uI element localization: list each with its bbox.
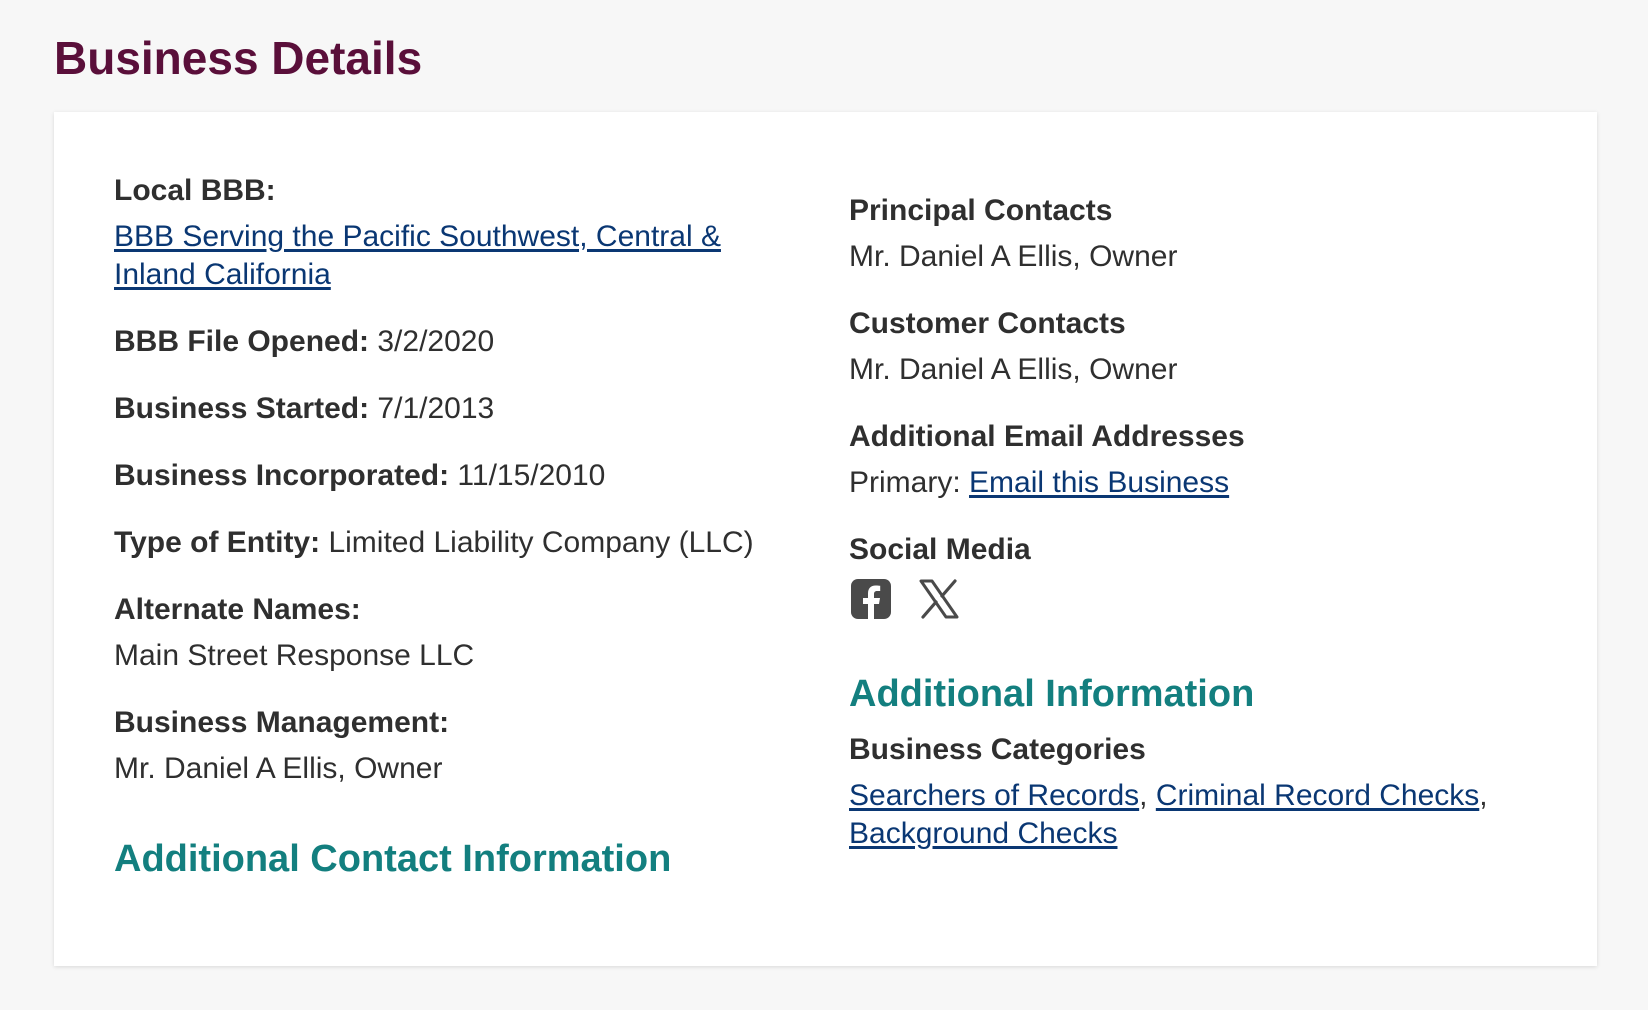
alternate-names-value: Main Street Response LLC [114,639,475,672]
additional-email-field: Additional Email Addresses Primary: Emai… [849,418,1549,502]
local-bbb-link-line2: Inland California [114,258,331,291]
additional-email-label: Additional Email Addresses [849,420,1245,453]
customer-contacts-value: Mr. Daniel A Ellis, Owner [849,353,1178,386]
category-separator: , [1479,779,1488,812]
left-column: Local BBB: BBB Serving the Pacific South… [114,172,794,882]
additional-email-row: Primary: Email this Business [849,464,1549,502]
business-incorporated-value: 11/15/2010 [457,459,606,492]
business-categories-label: Business Categories [849,733,1146,766]
business-management-field: Business Management: Mr. Daniel A Ellis,… [114,704,794,788]
principal-contacts-field: Principal Contacts Mr. Daniel A Ellis, O… [849,192,1549,276]
business-management-label: Business Management: [114,706,450,739]
business-incorporated-label: Business Incorporated: [114,459,450,492]
social-media-label: Social Media [849,533,1031,566]
x-twitter-icon[interactable] [917,577,961,621]
local-bbb-link[interactable]: BBB Serving the Pacific Southwest, Centr… [114,220,721,291]
social-media-icons [849,577,1549,621]
alternate-names-field: Alternate Names: Main Street Response LL… [114,591,794,675]
principal-contacts-value: Mr. Daniel A Ellis, Owner [849,240,1178,273]
category-link-criminal-record-checks[interactable]: Criminal Record Checks [1156,779,1479,812]
entity-type-field: Type of Entity: Limited Liability Compan… [114,524,794,562]
business-categories-field: Business Categories Searchers of Records… [849,731,1549,853]
entity-type-value: Limited Liability Company (LLC) [328,526,754,559]
principal-contacts-label: Principal Contacts [849,194,1113,227]
email-business-link[interactable]: Email this Business [969,466,1229,499]
category-separator: , [1139,779,1148,812]
local-bbb-link-wrap: BBB Serving the Pacific Southwest, Centr… [114,218,794,294]
category-link-searchers-of-records[interactable]: Searchers of Records [849,779,1139,812]
business-started-label: Business Started: [114,392,370,425]
customer-contacts-label: Customer Contacts [849,307,1126,340]
right-column: Principal Contacts Mr. Daniel A Ellis, O… [849,192,1549,853]
business-categories-list: Searchers of Records, Criminal Record Ch… [849,777,1549,853]
file-opened-field: BBB File Opened: 3/2/2020 [114,323,794,361]
facebook-icon[interactable] [849,577,893,621]
business-started-value: 7/1/2013 [377,392,495,425]
local-bbb-label: Local BBB: [114,174,276,207]
local-bbb-link-line1: BBB Serving the Pacific Southwest, Centr… [114,220,721,253]
business-incorporated-field: Business Incorporated: 11/15/2010 [114,457,794,495]
category-link-background-checks[interactable]: Background Checks [849,817,1117,850]
business-management-value: Mr. Daniel A Ellis, Owner [114,752,443,785]
customer-contacts-field: Customer Contacts Mr. Daniel A Ellis, Ow… [849,305,1549,389]
business-details-card: Local BBB: BBB Serving the Pacific South… [54,112,1597,966]
additional-info-heading: Additional Information [849,673,1255,715]
page-title: Business Details [54,32,423,84]
social-media-field: Social Media [849,531,1549,621]
additional-contact-heading: Additional Contact Information [114,838,672,880]
local-bbb-field: Local BBB: BBB Serving the Pacific South… [114,172,794,294]
file-opened-label: BBB File Opened: [114,325,370,358]
primary-email-prefix: Primary: [849,466,961,499]
alternate-names-label: Alternate Names: [114,593,361,626]
entity-type-label: Type of Entity: [114,526,321,559]
file-opened-value: 3/2/2020 [377,325,495,358]
business-started-field: Business Started: 7/1/2013 [114,390,794,428]
